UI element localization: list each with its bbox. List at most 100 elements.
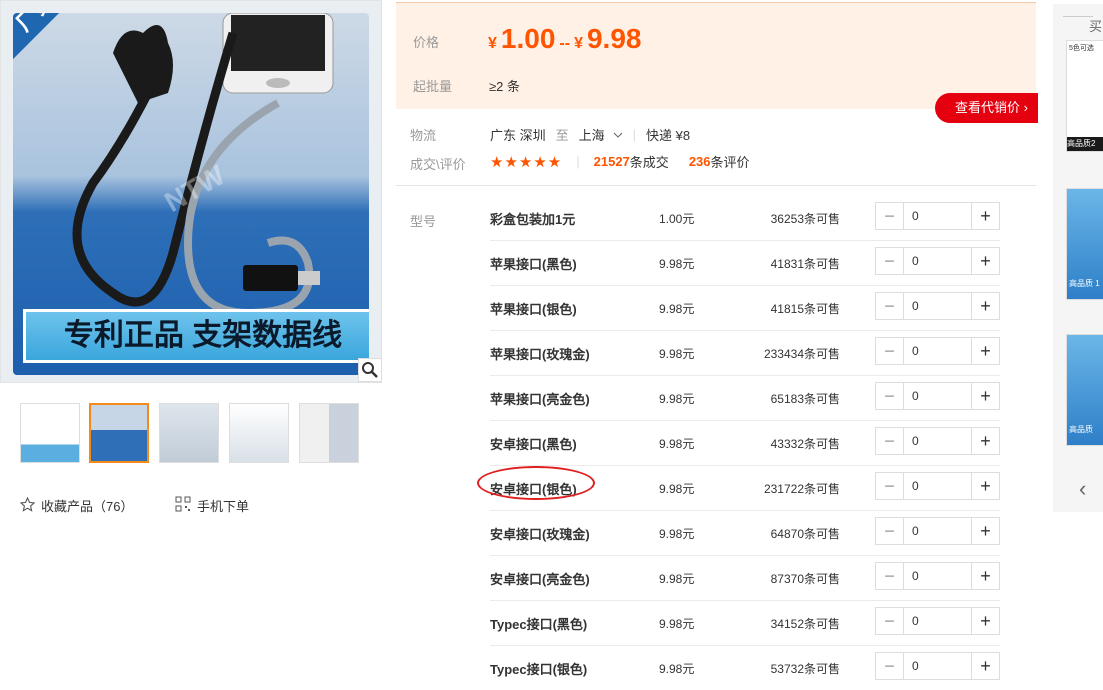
variant-price: 9.98元 bbox=[659, 527, 695, 541]
increase-button[interactable]: + bbox=[972, 608, 999, 634]
quantity-input[interactable]: 0 bbox=[903, 383, 972, 409]
increase-button[interactable]: + bbox=[972, 473, 999, 499]
variant-price: 9.98元 bbox=[659, 572, 695, 586]
thumbnail-2[interactable] bbox=[89, 403, 149, 463]
side-caption: 高品质 1 bbox=[1069, 279, 1100, 288]
variant-stock: 43332条可售 bbox=[770, 437, 840, 451]
prev-arrow-button[interactable]: ‹ bbox=[1079, 476, 1086, 502]
thumbnail-1[interactable] bbox=[20, 403, 80, 463]
deals-suffix: 条成交 bbox=[629, 155, 669, 170]
decrease-button[interactable]: − bbox=[876, 203, 903, 229]
quantity-stepper: − 0 + bbox=[875, 292, 1000, 320]
thumbnail-3[interactable] bbox=[159, 403, 219, 463]
thumbnail-4[interactable] bbox=[229, 403, 289, 463]
increase-button[interactable]: + bbox=[972, 428, 999, 454]
decrease-button[interactable]: − bbox=[876, 248, 903, 274]
price-high: 9.98 bbox=[586, 23, 642, 54]
variant-row: 安卓接口(亮金色) 9.98元 87370条可售 − 0 + bbox=[490, 556, 1000, 601]
variant-name: 安卓接口(黑色) bbox=[490, 437, 577, 452]
destination-select[interactable]: 上海 bbox=[579, 125, 623, 144]
variant-price: 9.98元 bbox=[659, 347, 695, 361]
favorite-label: 收藏产品（76） bbox=[41, 499, 134, 514]
star-outline-icon bbox=[19, 496, 36, 515]
decrease-button[interactable]: − bbox=[876, 473, 903, 499]
variant-row: 彩盒包装加1元 1.00元 36253条可售 − 0 + bbox=[490, 196, 1000, 241]
check-agent-price-button[interactable]: 查看代销价 › bbox=[935, 93, 1038, 123]
increase-button[interactable]: + bbox=[972, 293, 999, 319]
moq-value: ≥2 条 bbox=[489, 79, 520, 94]
quantity-input[interactable]: 0 bbox=[903, 608, 972, 634]
destination-value: 上海 bbox=[578, 128, 605, 143]
origin-location: 广东 深圳 bbox=[490, 128, 546, 143]
quantity-input[interactable]: 0 bbox=[903, 293, 972, 319]
thumbnail-5[interactable] bbox=[299, 403, 359, 463]
increase-button[interactable]: + bbox=[972, 383, 999, 409]
quantity-input[interactable]: 0 bbox=[903, 473, 972, 499]
variant-name: 苹果接口(黑色) bbox=[490, 257, 577, 272]
variant-price: 9.98元 bbox=[659, 617, 695, 631]
moq-label: 起批量 bbox=[413, 79, 453, 94]
variant-price: 9.98元 bbox=[659, 392, 695, 406]
quantity-input[interactable]: 0 bbox=[903, 653, 972, 679]
price-low: 1.00 bbox=[500, 23, 556, 54]
quantity-input[interactable]: 0 bbox=[903, 428, 972, 454]
variant-row: 苹果接口(玫瑰金) 9.98元 233434条可售 − 0 + bbox=[490, 331, 1000, 376]
chevron-down-icon bbox=[613, 127, 623, 142]
logistics-label: 物流 bbox=[410, 128, 437, 143]
variant-row: Typec接口(黑色) 9.98元 34152条可售 − 0 + bbox=[490, 601, 1000, 646]
price-panel: 价格 ¥ 1.00 -- ¥ 9.98 起批量 ≥2 条 bbox=[396, 2, 1036, 109]
increase-button[interactable]: + bbox=[972, 203, 999, 229]
decrease-button[interactable]: − bbox=[876, 608, 903, 634]
decrease-button[interactable]: − bbox=[876, 338, 903, 364]
quantity-input[interactable]: 0 bbox=[903, 248, 972, 274]
increase-button[interactable]: + bbox=[972, 518, 999, 544]
variant-name: 苹果接口(亮金色) bbox=[490, 392, 590, 407]
decrease-button[interactable]: − bbox=[876, 383, 903, 409]
variant-stock: 36253条可售 bbox=[770, 212, 840, 226]
side-caption: 高品质2 bbox=[1067, 137, 1103, 151]
quantity-stepper: − 0 + bbox=[875, 337, 1000, 365]
variant-stock: 34152条可售 bbox=[770, 617, 840, 631]
zoom-icon[interactable] bbox=[358, 358, 382, 382]
increase-button[interactable]: + bbox=[972, 248, 999, 274]
variant-name: 彩盒包装加1元 bbox=[490, 212, 576, 227]
variant-price: 9.98元 bbox=[659, 437, 695, 451]
increase-button[interactable]: + bbox=[972, 653, 999, 679]
side-product-3[interactable]: 高品质 bbox=[1066, 334, 1103, 446]
to-word: 至 bbox=[555, 128, 569, 143]
price-label: 价格 bbox=[413, 35, 440, 50]
variant-row: 苹果接口(银色) 9.98元 41815条可售 − 0 + bbox=[490, 286, 1000, 331]
deals-count[interactable]: 21527 bbox=[594, 154, 630, 169]
quantity-input[interactable]: 0 bbox=[903, 563, 972, 589]
main-product-image[interactable]: 厂家直销 NTW 专利正品 支架数据线 bbox=[0, 0, 382, 383]
side-product-1[interactable]: 5色可选 高品质2 bbox=[1066, 40, 1103, 152]
product-photo: 厂家直销 NTW 专利正品 支架数据线 bbox=[13, 13, 369, 375]
reviews-suffix: 条评价 bbox=[710, 155, 750, 170]
quantity-input[interactable]: 0 bbox=[903, 338, 972, 364]
variant-stock: 65183条可售 bbox=[770, 392, 840, 406]
quantity-input[interactable]: 0 bbox=[903, 203, 972, 229]
quantity-stepper: − 0 + bbox=[875, 247, 1000, 275]
reviews-label: 成交\评价 bbox=[410, 157, 466, 172]
variant-row: 苹果接口(亮金色) 9.98元 65183条可售 − 0 + bbox=[490, 376, 1000, 421]
variant-row: 安卓接口(玫瑰金) 9.98元 64870条可售 − 0 + bbox=[490, 511, 1000, 556]
decrease-button[interactable]: − bbox=[876, 293, 903, 319]
variant-stock: 231722条可售 bbox=[763, 482, 840, 496]
quantity-stepper: − 0 + bbox=[875, 607, 1000, 635]
decrease-button[interactable]: − bbox=[876, 518, 903, 544]
variant-stock: 64870条可售 bbox=[770, 527, 840, 541]
decrease-button[interactable]: − bbox=[876, 653, 903, 679]
increase-button[interactable]: + bbox=[972, 338, 999, 364]
increase-button[interactable]: + bbox=[972, 563, 999, 589]
variant-price: 1.00元 bbox=[659, 212, 695, 226]
variant-price: 9.98元 bbox=[659, 257, 695, 271]
mobile-order-button[interactable]: 手机下单 bbox=[175, 496, 249, 515]
side-caption: 高品质 bbox=[1069, 425, 1093, 434]
quantity-input[interactable]: 0 bbox=[903, 518, 972, 544]
reviews-count[interactable]: 236 bbox=[689, 154, 711, 169]
decrease-button[interactable]: − bbox=[876, 563, 903, 589]
favorite-button[interactable]: 收藏产品（76） bbox=[19, 496, 134, 515]
decrease-button[interactable]: − bbox=[876, 428, 903, 454]
variant-stock: 233434条可售 bbox=[763, 347, 840, 361]
side-product-2[interactable]: 高品质 1 bbox=[1066, 188, 1103, 300]
